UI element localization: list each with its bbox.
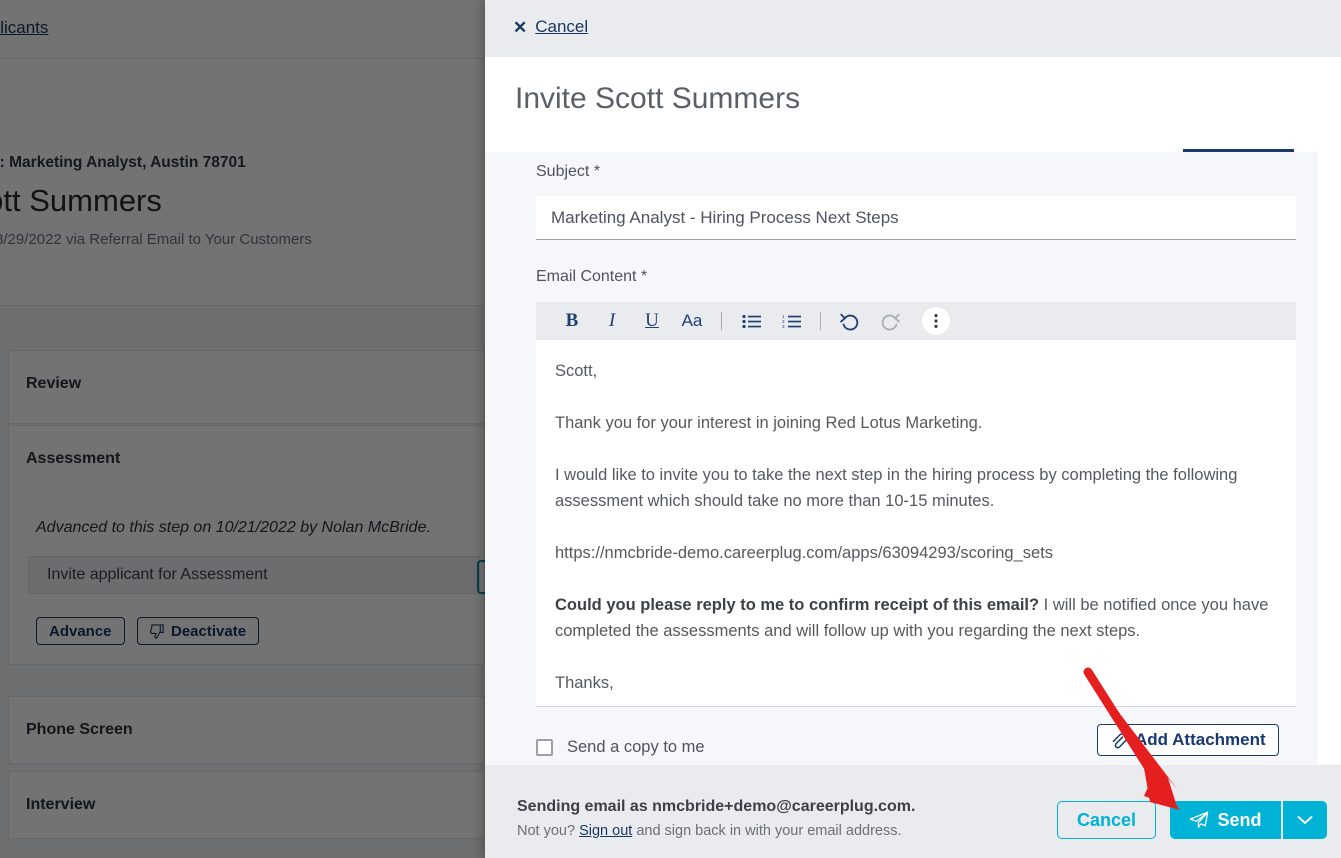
- email-paragraph-bold-lead: Could you please reply to me to confirm …: [555, 592, 1277, 644]
- send-button-label: Send: [1217, 810, 1261, 831]
- toolbar-divider-2: [820, 312, 821, 330]
- cancel-button-label: Cancel: [1077, 810, 1136, 831]
- bulleted-list-icon[interactable]: [731, 302, 771, 340]
- paperclip-icon: [1110, 732, 1127, 749]
- send-options-button[interactable]: [1283, 801, 1327, 839]
- undo-icon[interactable]: [830, 302, 870, 340]
- italic-icon[interactable]: I: [592, 302, 632, 340]
- more-options-icon[interactable]: [922, 307, 950, 335]
- modal-title: Invite Scott Summers: [515, 82, 800, 116]
- email-paragraph: Thanks,: [555, 670, 1277, 696]
- subject-label: Subject *: [536, 163, 600, 181]
- redo-icon: [870, 302, 910, 340]
- subject-value: Marketing Analyst - Hiring Process Next …: [551, 208, 899, 228]
- add-attachment-button[interactable]: Add Attachment: [1097, 724, 1279, 756]
- sign-out-link[interactable]: Sign out: [579, 823, 632, 839]
- not-you-line: Not you? Sign out and sign back in with …: [517, 823, 902, 839]
- email-body-editor[interactable]: Scott, Thank you for your interest in jo…: [536, 340, 1296, 707]
- chevron-down-icon: [1297, 815, 1313, 825]
- modal-titlebar: Invite Scott Summers: [485, 57, 1341, 152]
- modal-content: Subject * Marketing Analyst - Hiring Pro…: [485, 152, 1318, 765]
- sending-email-as: Sending email as nmcbride+demo@careerplu…: [517, 798, 915, 816]
- numbered-list-icon[interactable]: 1 2 3: [771, 302, 811, 340]
- modal-right-gutter: [1318, 152, 1341, 765]
- not-you-prefix: Not you?: [517, 823, 579, 839]
- not-you-suffix: and sign back in with your email address…: [632, 823, 901, 839]
- send-copy-checkbox[interactable]: [536, 739, 553, 756]
- email-bold-prefix: Could you please reply to me to confirm …: [555, 596, 1039, 614]
- email-content-label: Email Content *: [536, 268, 647, 286]
- toolbar-divider-1: [721, 312, 722, 330]
- email-assessment-link: https://nmcbride-demo.careerplug.com/app…: [555, 540, 1277, 566]
- email-paragraph: I would like to invite you to take the n…: [555, 462, 1277, 514]
- subject-input[interactable]: Marketing Analyst - Hiring Process Next …: [536, 196, 1296, 240]
- add-attachment-label: Add Attachment: [1135, 730, 1266, 750]
- background-page: to Applicants lied for: Marketing Analys…: [0, 0, 485, 858]
- svg-text:3: 3: [782, 324, 785, 329]
- paper-plane-icon: [1189, 811, 1209, 829]
- cancel-button[interactable]: Cancel: [1057, 801, 1156, 839]
- modal-footer: Sending email as nmcbride+demo@careerplu…: [485, 765, 1341, 858]
- modal-backdrop-overlay[interactable]: [0, 0, 485, 858]
- bold-icon[interactable]: B: [552, 302, 592, 340]
- email-paragraph: Scott,: [555, 358, 1277, 384]
- modal-cancel-top[interactable]: ✕ Cancel: [513, 17, 588, 37]
- email-paragraph: Thank you for your interest in joining R…: [555, 410, 1277, 436]
- modal-cancel-top-label[interactable]: Cancel: [535, 17, 588, 37]
- font-size-icon[interactable]: Aa: [672, 302, 712, 340]
- invite-modal: ✕ Cancel Invite Scott Summers Subject * …: [485, 0, 1341, 858]
- send-copy-label: Send a copy to me: [567, 738, 705, 757]
- close-x-icon[interactable]: ✕: [513, 19, 527, 36]
- send-button[interactable]: Send: [1170, 801, 1281, 839]
- underline-icon[interactable]: U: [632, 302, 672, 340]
- modal-topbar: ✕ Cancel: [485, 0, 1341, 57]
- editor-toolbar: B I U Aa 1 2 3: [536, 302, 1296, 340]
